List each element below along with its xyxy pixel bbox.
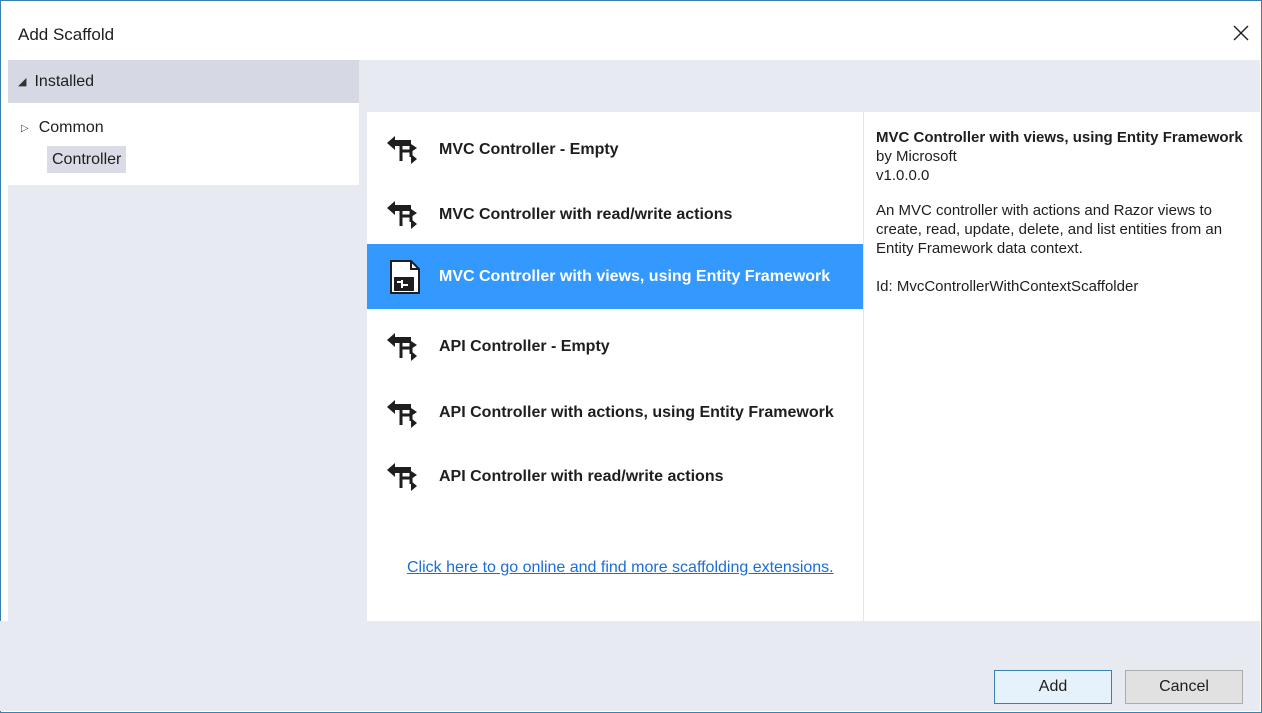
title-bar: Add Scaffold — [1, 1, 1261, 61]
controller-icon — [387, 201, 417, 229]
expand-triangle-icon: ▷ — [21, 122, 29, 134]
template-item-api-readwrite[interactable]: API Controller with read/write actions — [367, 450, 863, 502]
details-panel: MVC Controller with views, using Entity … — [876, 128, 1251, 296]
list-details-divider — [863, 112, 864, 621]
cancel-button[interactable]: Cancel — [1125, 670, 1243, 704]
template-item-api-ef[interactable]: API Controller with actions, using Entit… — [367, 380, 863, 445]
list-left-gap — [359, 103, 367, 621]
template-item-label: MVC Controller - Empty — [439, 140, 619, 158]
category-tree-empty — [8, 185, 359, 621]
add-button[interactable]: Add — [994, 670, 1112, 704]
online-extensions-link[interactable]: Click here to go online and find more sc… — [407, 556, 847, 579]
installed-label: Installed — [34, 72, 95, 90]
details-version: v1.0.0.0 — [876, 167, 930, 184]
details-title: MVC Controller with views, using Entity … — [876, 129, 1243, 146]
tree-item-label: Common — [38, 119, 104, 136]
controller-icon — [387, 463, 417, 491]
controller-icon — [387, 136, 417, 164]
template-item-label: MVC Controller with views, using Entity … — [439, 268, 831, 285]
template-item-mvc-views-ef[interactable]: MVC Controller with views, using Entity … — [367, 244, 863, 309]
template-item-label: MVC Controller with read/write actions — [439, 205, 733, 223]
controller-icon — [387, 399, 417, 428]
dialog-title: Add Scaffold — [18, 25, 115, 44]
template-item-label: API Controller with actions, using Entit… — [439, 404, 834, 421]
installed-header[interactable]: ◢ Installed — [8, 60, 359, 103]
details-description: An MVC controller with actions and Razor… — [876, 202, 1223, 257]
template-item-label: API Controller with read/write actions — [439, 467, 724, 485]
close-button[interactable] — [1223, 15, 1259, 51]
template-item-label: API Controller - Empty — [439, 337, 610, 355]
details-id: Id: MvcControllerWithContextScaffolder — [876, 278, 1139, 295]
tree-item-controller[interactable]: Controller — [47, 146, 127, 173]
tree-item-common[interactable]: ▷ Common — [21, 119, 104, 137]
template-item-api-empty[interactable]: API Controller - Empty — [367, 320, 863, 372]
close-icon — [1233, 25, 1249, 41]
list-top-gap — [359, 103, 1260, 112]
details-author: by Microsoft — [876, 148, 957, 165]
document-controller-icon — [390, 259, 420, 294]
template-item-mvc-empty[interactable]: MVC Controller - Empty — [367, 123, 863, 175]
template-item-mvc-readwrite[interactable]: MVC Controller with read/write actions — [367, 188, 863, 240]
controller-icon — [387, 333, 417, 361]
collapse-triangle-icon: ◢ — [18, 76, 27, 88]
header-band — [359, 60, 1260, 103]
